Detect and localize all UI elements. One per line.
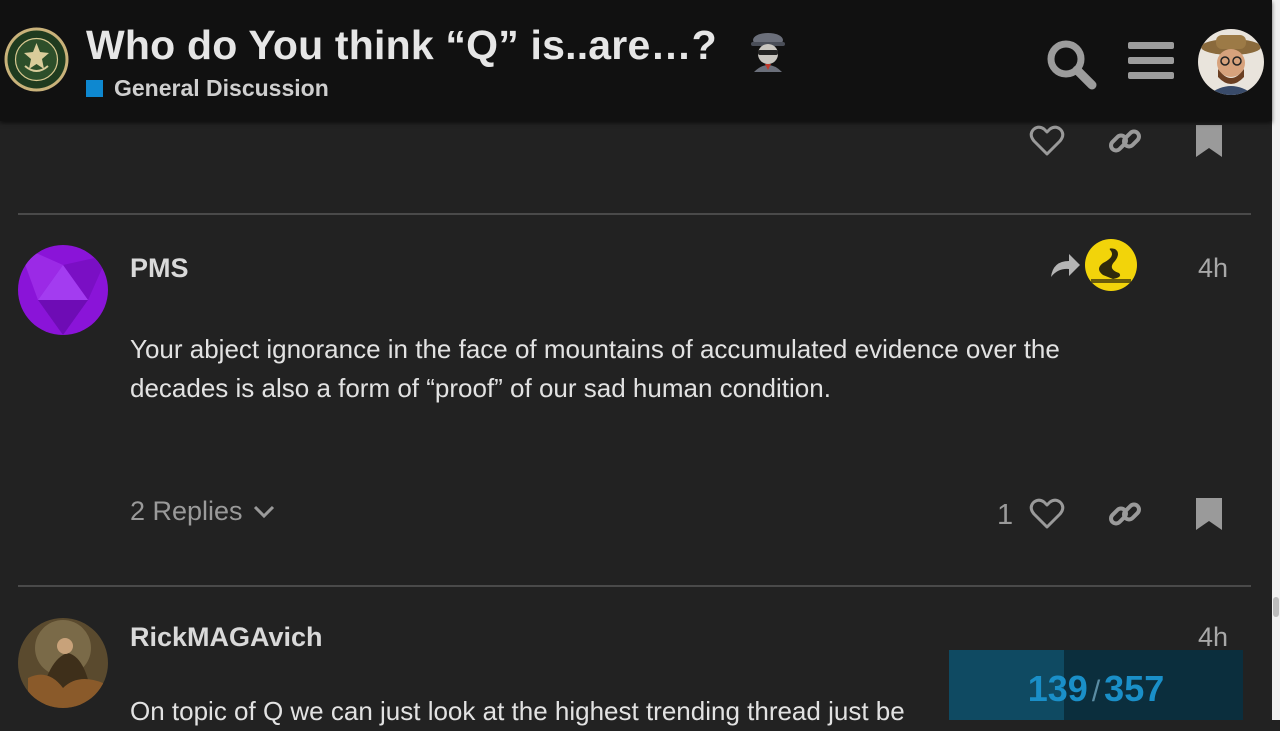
like-icon[interactable] xyxy=(1029,498,1065,530)
post-body: Your abject ignorance in the face of mou… xyxy=(130,334,1060,403)
category-color-square xyxy=(86,80,103,97)
reply-to-avatar[interactable] xyxy=(1085,239,1137,291)
share-link-icon[interactable] xyxy=(1107,123,1143,159)
progress-separator: / xyxy=(1091,675,1101,708)
post-date[interactable]: 4h xyxy=(1198,622,1228,653)
hamburger-icon[interactable] xyxy=(1128,40,1174,82)
post-username[interactable]: RickMAGAvich xyxy=(130,622,323,653)
topic-title[interactable]: Who do You think “Q” is..are…? xyxy=(86,22,717,69)
like-icon[interactable] xyxy=(1029,125,1065,157)
progress-current: 139 xyxy=(1027,668,1088,709)
post-divider xyxy=(18,585,1251,587)
post-divider xyxy=(18,213,1251,215)
scrollbar-thumb[interactable] xyxy=(1273,597,1279,617)
post-avatar[interactable] xyxy=(18,618,108,708)
chevron-down-icon xyxy=(253,505,274,518)
reply-to-icon[interactable] xyxy=(1049,251,1081,279)
search-icon[interactable] xyxy=(1044,37,1098,91)
replies-toggle-button[interactable]: 2 Replies xyxy=(130,496,275,527)
post-avatar[interactable] xyxy=(18,245,108,335)
replies-label: 2 Replies xyxy=(130,496,243,526)
user-avatar[interactable] xyxy=(1198,29,1264,95)
post-username[interactable]: PMS xyxy=(130,253,189,284)
category-badge[interactable]: General Discussion xyxy=(86,75,329,102)
share-link-icon[interactable] xyxy=(1107,496,1143,532)
detective-emoji xyxy=(751,33,785,72)
topic-progress[interactable]: 139/357 xyxy=(949,650,1243,720)
post-date[interactable]: 4h xyxy=(1198,253,1228,284)
bookmark-icon[interactable] xyxy=(1195,124,1223,158)
site-header: Who do You think “Q” is..are…? General D… xyxy=(0,0,1272,121)
page-scrollbar[interactable] xyxy=(1272,0,1280,720)
progress-text: 139/357 xyxy=(949,668,1243,710)
category-label: General Discussion xyxy=(114,75,329,101)
army-seal-logo[interactable] xyxy=(3,26,70,93)
bookmark-icon[interactable] xyxy=(1195,497,1223,531)
like-count[interactable]: 1 xyxy=(997,499,1013,532)
post-body: On topic of Q we can just look at the hi… xyxy=(130,696,905,726)
progress-total: 357 xyxy=(1104,668,1165,709)
